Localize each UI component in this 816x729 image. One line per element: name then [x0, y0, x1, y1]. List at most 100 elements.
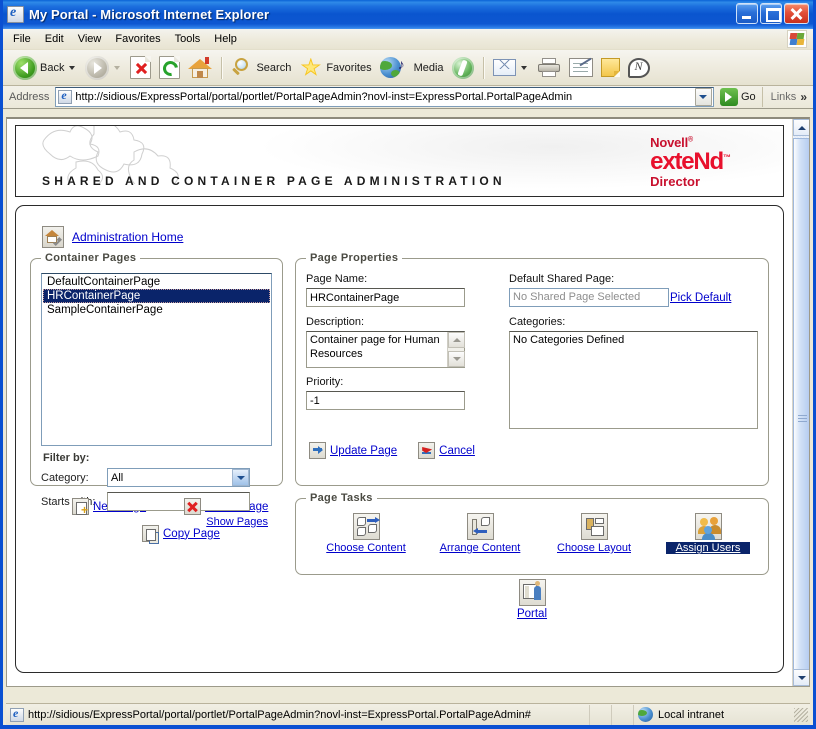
scroll-up-icon[interactable]: [448, 332, 465, 348]
pick-default-link[interactable]: Pick Default: [670, 292, 731, 304]
resize-grip[interactable]: [794, 708, 808, 722]
update-page-label[interactable]: Update Page: [330, 445, 397, 457]
choose-content-icon: [353, 513, 380, 540]
list-item[interactable]: DefaultContainerPage: [43, 275, 270, 289]
back-button[interactable]: Back: [9, 53, 81, 83]
home-icon: [188, 57, 212, 79]
default-shared-page-field[interactable]: No Shared Page Selected: [509, 288, 669, 307]
page-content: SHARED AND CONTAINER PAGE ADMINISTRATION…: [7, 119, 792, 686]
page-tasks-list: Choose Content Arrange Content: [306, 513, 758, 554]
delete-page-icon: [184, 498, 201, 515]
scrollbar-track[interactable]: [793, 136, 810, 669]
history-button[interactable]: [448, 53, 478, 83]
mail-dropdown-icon[interactable]: [521, 66, 527, 70]
forward-dropdown-icon: [114, 66, 120, 70]
close-button[interactable]: [784, 3, 809, 24]
priority-input[interactable]: [306, 391, 465, 410]
starts-with-input[interactable]: [107, 492, 250, 511]
category-label: Category:: [41, 472, 107, 484]
vertical-scrollbar[interactable]: [792, 119, 809, 686]
container-pages-legend: Container Pages: [41, 252, 140, 264]
novell-extend-director-logo: Novell® exteNd™ Director: [650, 136, 731, 188]
discuss-button[interactable]: [597, 53, 624, 83]
update-page-button[interactable]: Update Page: [309, 442, 397, 459]
page-properties-legend: Page Properties: [306, 252, 402, 264]
scroll-down-button[interactable]: [793, 669, 810, 686]
categories-list[interactable]: No Categories Defined: [509, 331, 758, 429]
links-bar[interactable]: Links »: [762, 87, 811, 107]
search-button[interactable]: Search: [227, 53, 295, 83]
properties-columns: Page Name: Description: Container page f…: [306, 273, 758, 429]
category-select-wrapper[interactable]: All: [107, 468, 250, 487]
portal-label[interactable]: Portal: [517, 608, 547, 620]
choose-layout-task[interactable]: Choose Layout: [552, 513, 636, 554]
maximize-button[interactable]: [760, 3, 782, 24]
toolbar-separator-2: [483, 57, 484, 79]
list-item[interactable]: SampleContainerPage: [43, 303, 270, 317]
go-button[interactable]: Go: [714, 88, 762, 106]
address-input-wrapper[interactable]: http://sidious/ExpressPortal/portal/port…: [55, 87, 714, 107]
menu-tools[interactable]: Tools: [168, 31, 208, 48]
minimize-button[interactable]: [736, 3, 758, 24]
favorites-button[interactable]: Favorites: [295, 53, 375, 83]
stop-button[interactable]: [126, 53, 155, 83]
address-dropdown-button[interactable]: [695, 88, 712, 106]
mail-button[interactable]: [489, 53, 533, 83]
cancel-button[interactable]: Cancel: [418, 442, 475, 459]
links-chevron-icon[interactable]: »: [800, 90, 807, 104]
star-icon: [299, 57, 323, 79]
printer-icon: [537, 58, 561, 78]
menu-edit[interactable]: Edit: [38, 31, 71, 48]
portal-task[interactable]: Portal: [295, 579, 769, 620]
back-label: Back: [40, 62, 64, 74]
scrollbar-thumb[interactable]: [793, 138, 810, 687]
browser-window: My Portal - Microsoft Internet Explorer …: [0, 0, 816, 729]
assign-users-label[interactable]: Assign Users: [666, 542, 750, 554]
menu-help[interactable]: Help: [207, 31, 244, 48]
choose-layout-icon: [581, 513, 608, 540]
favorites-label: Favorites: [326, 62, 371, 74]
description-textarea[interactable]: Container page for Human Resources: [306, 331, 465, 368]
page-name-input[interactable]: [306, 288, 465, 307]
admin-home-icon: [42, 226, 64, 248]
choose-layout-label[interactable]: Choose Layout: [552, 542, 636, 554]
description-scrollbar[interactable]: [447, 332, 464, 367]
menu-favorites[interactable]: Favorites: [108, 31, 167, 48]
administration-home-link[interactable]: Administration Home: [42, 226, 769, 248]
home-button[interactable]: [184, 53, 216, 83]
cancel-label[interactable]: Cancel: [439, 445, 475, 457]
copy-page-label[interactable]: Copy Page: [163, 528, 220, 540]
properties-right: Default Shared Page: No Shared Page Sele…: [509, 273, 758, 429]
history-icon: [452, 57, 474, 79]
status-zone-label: Local intranet: [658, 709, 724, 721]
status-url-pane: http://sidious/ExpressPortal/portal/port…: [6, 705, 590, 725]
container-pages-listbox[interactable]: DefaultContainerPage HRContainerPage Sam…: [41, 273, 272, 446]
container-pages-fieldset: Container Pages DefaultContainerPage HRC…: [30, 258, 283, 486]
refresh-button[interactable]: [155, 53, 184, 83]
administration-home-label[interactable]: Administration Home: [72, 230, 183, 244]
forward-button[interactable]: [81, 53, 126, 83]
note-icon: [601, 58, 620, 77]
arrange-content-task[interactable]: Arrange Content: [438, 513, 522, 554]
status-bar: http://sidious/ExpressPortal/portal/port…: [6, 703, 810, 725]
scroll-up-button[interactable]: [793, 119, 810, 136]
print-button[interactable]: [533, 53, 565, 83]
media-button[interactable]: ♪ Media: [376, 53, 448, 83]
show-pages-link[interactable]: Show Pages: [206, 516, 268, 528]
choose-content-task[interactable]: Choose Content: [324, 513, 408, 554]
search-icon: [231, 57, 253, 79]
list-item[interactable]: HRContainerPage: [43, 289, 270, 303]
messenger-button[interactable]: [624, 53, 654, 83]
menu-file[interactable]: File: [6, 31, 38, 48]
description-label: Description:: [306, 316, 491, 328]
choose-content-label[interactable]: Choose Content: [324, 542, 408, 554]
category-select[interactable]: All: [107, 468, 250, 487]
back-dropdown-icon[interactable]: [69, 66, 75, 70]
portal-icon: [519, 579, 546, 606]
arrange-content-label[interactable]: Arrange Content: [438, 542, 522, 554]
scroll-down-icon[interactable]: [448, 351, 465, 367]
address-input[interactable]: http://sidious/ExpressPortal/portal/port…: [75, 91, 695, 103]
assign-users-task[interactable]: Assign Users: [666, 513, 750, 554]
menu-view[interactable]: View: [71, 31, 109, 48]
edit-button[interactable]: [565, 53, 597, 83]
